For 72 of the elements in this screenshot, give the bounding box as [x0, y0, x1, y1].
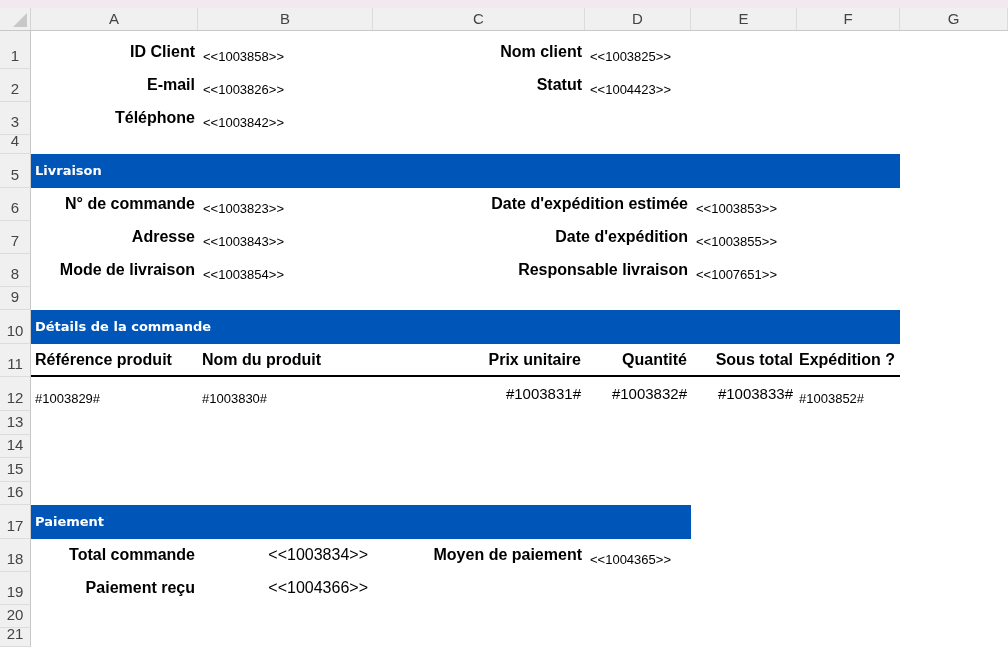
row-number[interactable]: 11 [0, 344, 31, 377]
field-label: Mode de livraison [59, 260, 195, 280]
row-number[interactable]: 2 [0, 69, 31, 102]
column-header: Sous total [715, 349, 793, 370]
field-label: Téléphone [115, 108, 195, 128]
field-value: <<1007651>> [696, 265, 777, 284]
column-header: Expédition ? [799, 349, 895, 370]
field-value: <<1004365>> [590, 550, 671, 569]
row-number[interactable]: 5 [0, 154, 31, 188]
field-value: <<1004366>> [268, 578, 368, 598]
row-number[interactable]: 14 [0, 435, 31, 458]
table-cell-text: #1003829# [35, 389, 101, 408]
field-value: <<1003855>> [696, 232, 777, 251]
row-number[interactable]: 8 [0, 254, 31, 287]
column-letter[interactable]: F [797, 8, 900, 30]
row-number[interactable]: 17 [0, 505, 31, 539]
field-value: <<1003834>> [268, 545, 368, 565]
row-number[interactable]: 21 [0, 628, 31, 647]
row-number[interactable]: 19 [0, 572, 31, 605]
section-header: Détails de la commande [31, 310, 900, 344]
row-number[interactable]: 12 [0, 377, 31, 411]
row-number[interactable]: 13 [0, 411, 31, 435]
field-value: <<1003858>> [203, 47, 284, 66]
field-label: E-mail [147, 75, 195, 95]
field-value: <<1003823>> [203, 199, 284, 218]
field-label: Responsable livraison [518, 260, 688, 280]
row-number[interactable]: 9 [0, 287, 31, 310]
section-header: Livraison [31, 154, 900, 188]
table-cell-text: #1003830# [202, 389, 268, 408]
row-number[interactable]: 15 [0, 458, 31, 482]
table-cell-text: #1003852# [799, 389, 865, 408]
section-header: Paiement [31, 505, 691, 539]
row-number[interactable]: 1 [0, 31, 31, 69]
row-number[interactable]: 7 [0, 221, 31, 254]
field-label: N° de commande [65, 194, 195, 214]
field-label: Paiement reçu [85, 578, 195, 598]
column-letter[interactable]: B [198, 8, 373, 30]
column-letter[interactable]: E [691, 8, 797, 30]
table-cell-text: #1003832# [611, 383, 687, 404]
field-value: <<1003853>> [696, 199, 777, 218]
field-label: Statut [536, 75, 582, 95]
table-cell-text: #1003831# [505, 383, 581, 404]
row-number[interactable]: 4 [0, 135, 31, 154]
field-label: Adresse [131, 227, 195, 247]
column-letter[interactable]: A [31, 8, 198, 30]
field-label: Date d'expédition estimée [491, 194, 688, 214]
row-number[interactable]: 6 [0, 188, 31, 221]
row-number[interactable]: 18 [0, 539, 31, 572]
field-value: <<1003826>> [203, 80, 284, 99]
field-value: <<1003843>> [203, 232, 284, 251]
column-letter[interactable]: G [900, 8, 1008, 30]
field-label: Moyen de paiement [433, 545, 582, 565]
field-value: <<1003842>> [203, 113, 284, 132]
column-header: Quantité [622, 349, 687, 370]
select-all-icon[interactable] [13, 13, 27, 27]
row-number[interactable]: 16 [0, 482, 31, 505]
field-label: Date d'expédition [555, 227, 688, 247]
column-letter[interactable]: D [585, 8, 691, 30]
field-value: <<1003854>> [203, 265, 284, 284]
field-value: <<1004423>> [590, 80, 671, 99]
field-label: Nom client [500, 42, 582, 62]
field-label: ID Client [130, 42, 195, 62]
row-number[interactable]: 20 [0, 605, 31, 628]
row-number[interactable]: 3 [0, 102, 31, 135]
column-header: Référence produit [35, 349, 172, 370]
column-header: Prix unitaire [488, 349, 581, 370]
table-cell-text: #1003833# [717, 383, 793, 404]
column-header: Nom du produit [202, 349, 322, 370]
row-number[interactable]: 10 [0, 310, 31, 344]
column-letter[interactable]: C [373, 8, 585, 30]
field-value: <<1003825>> [590, 47, 671, 66]
field-label: Total commande [69, 545, 195, 565]
